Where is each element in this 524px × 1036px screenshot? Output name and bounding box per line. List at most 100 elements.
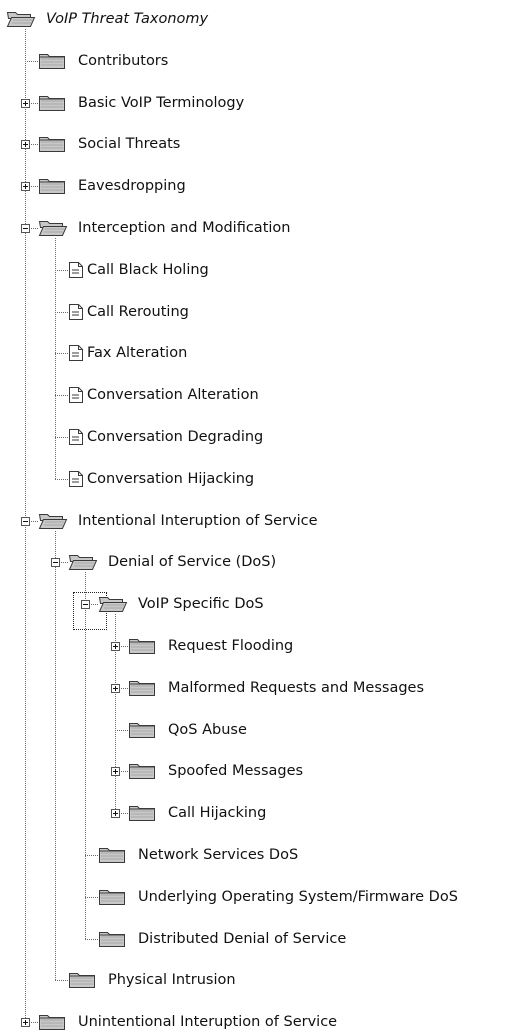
tree-node-label: Physical Intrusion	[108, 972, 236, 989]
tree-node-label: Conversation Alteration	[87, 387, 259, 404]
collapse-minus-icon[interactable]	[21, 224, 30, 233]
tree-node-denial-of-service-dos[interactable]: Denial of Service (DoS)	[68, 551, 276, 573]
tree-node-distributed-denial-of-service[interactable]: Distributed Denial of Service	[98, 928, 346, 950]
tree-node-voip-threat-taxonomy[interactable]: VoIP Threat Taxonomy	[6, 8, 208, 30]
tree-connector	[85, 896, 98, 898]
tree-node-label: Basic VoIP Terminology	[78, 94, 245, 111]
tree-node-malformed-requests-and-messages[interactable]: Malformed Requests and Messages	[128, 677, 424, 699]
document-icon	[68, 261, 84, 279]
tree-guide-line	[55, 238, 56, 479]
folder-icon	[68, 970, 98, 990]
tree-node-qos-abuse[interactable]: QoS Abuse	[128, 719, 247, 741]
collapse-minus-icon[interactable]	[51, 558, 60, 568]
tree-guide-line	[25, 29, 26, 1023]
folder-icon	[98, 929, 128, 949]
tree-guide-line	[55, 530, 56, 981]
collapse-minus-icon[interactable]	[21, 516, 30, 526]
tree-node-label: Fax Alteration	[87, 345, 188, 362]
tree-connector	[115, 729, 128, 731]
folder-icon	[38, 134, 68, 154]
tree-node-fax-alteration[interactable]: Fax Alteration	[68, 342, 187, 364]
tree-node-basic-voip-terminology[interactable]: Basic VoIP Terminology	[38, 92, 244, 114]
tree-connector	[55, 353, 68, 355]
tree-node-conversation-hijacking[interactable]: Conversation Hijacking	[68, 468, 254, 490]
tree-connector	[55, 311, 68, 313]
expand-plus-icon[interactable]	[21, 140, 30, 150]
tree-node-label: Call Black Holing	[87, 261, 209, 278]
folder-open-icon	[98, 594, 128, 614]
folder-icon	[98, 845, 128, 865]
tree-connector	[55, 980, 68, 982]
tree-connector	[55, 478, 68, 480]
document-icon	[68, 344, 84, 362]
folder-icon	[38, 1012, 68, 1032]
tree-node-conversation-alteration[interactable]: Conversation Alteration	[68, 384, 259, 406]
tree-node-label: Call Rerouting	[87, 303, 189, 320]
folder-open-icon	[68, 552, 98, 572]
tree-node-label: Underlying Operating System/Firmware DoS	[138, 888, 458, 905]
tree-node-call-rerouting[interactable]: Call Rerouting	[68, 301, 189, 323]
tree-connector	[55, 269, 68, 271]
folder-icon	[38, 51, 68, 71]
tree-node-physical-intrusion[interactable]: Physical Intrusion	[68, 969, 236, 991]
folder-icon	[128, 720, 158, 740]
folder-icon	[128, 761, 158, 781]
tree-connector	[85, 938, 98, 940]
tree-node-label: Spoofed Messages	[168, 763, 304, 780]
tree-node-label: Eavesdropping	[78, 178, 186, 195]
tree-node-label: Call Hijacking	[168, 805, 267, 822]
tree-node-label: Conversation Hijacking	[87, 470, 255, 487]
tree-node-eavesdropping[interactable]: Eavesdropping	[38, 175, 186, 197]
tree-node-label: Intentional Interuption of Service	[78, 512, 318, 529]
folder-open-icon	[38, 511, 68, 531]
folder-icon	[38, 93, 68, 113]
document-icon	[68, 470, 84, 488]
expand-plus-icon[interactable]	[111, 809, 120, 819]
expand-plus-icon[interactable]	[21, 182, 30, 192]
tree-connector	[55, 437, 68, 438]
tree-node-label: VoIP Specific DoS	[138, 596, 264, 613]
tree-node-contributors[interactable]: Contributors	[38, 50, 168, 72]
folder-icon	[128, 803, 158, 823]
taxonomy-tree: VoIP Threat Taxonomy Contributors Basic Vo…	[0, 0, 524, 1032]
tree-node-label: Interception and Modification	[78, 220, 291, 236]
tree-connector	[55, 395, 68, 397]
folder-open-icon	[6, 9, 36, 29]
expand-plus-icon[interactable]	[111, 683, 120, 693]
tree-node-label: Social Threats	[78, 136, 181, 153]
tree-node-network-services-dos[interactable]: Network Services DoS	[98, 844, 298, 866]
document-icon	[68, 428, 84, 446]
tree-node-label: Contributors	[78, 52, 169, 69]
expand-plus-icon[interactable]	[21, 98, 30, 108]
folder-icon	[38, 176, 68, 196]
document-icon	[68, 303, 84, 321]
document-icon	[68, 386, 84, 404]
folder-open-icon	[38, 218, 68, 238]
tree-node-interception-and-modification[interactable]: Interception and Modification	[38, 217, 290, 239]
tree-connector	[85, 855, 98, 856]
tree-node-voip-specific-dos[interactable]: VoIP Specific DoS	[98, 593, 264, 615]
tree-node-label: QoS Abuse	[168, 721, 247, 738]
folder-icon	[98, 887, 128, 907]
tree-node-intentional-interuption-of-service[interactable]: Intentional Interuption of Service	[38, 510, 318, 532]
expand-plus-icon[interactable]	[21, 1018, 30, 1028]
tree-node-call-hijacking[interactable]: Call Hijacking	[128, 802, 266, 824]
tree-node-request-flooding[interactable]: Request Flooding	[128, 635, 293, 657]
tree-node-label: Denial of Service (DoS)	[108, 554, 277, 571]
tree-node-call-black-holing[interactable]: Call Black Holing	[68, 259, 209, 281]
expand-plus-icon[interactable]	[111, 767, 120, 777]
folder-icon	[128, 636, 158, 656]
tree-node-label: Distributed Denial of Service	[138, 930, 347, 947]
tree-node-label: Network Services DoS	[138, 847, 299, 863]
tree-node-social-threats[interactable]: Social Threats	[38, 133, 180, 155]
tree-node-underlying-operating-system-firmware-dos[interactable]: Underlying Operating System/Firmware DoS	[98, 886, 458, 908]
tree-node-conversation-degrading[interactable]: Conversation Degrading	[68, 426, 263, 448]
folder-icon	[128, 678, 158, 698]
tree-node-label: Conversation Degrading	[87, 429, 264, 445]
tree-connector	[25, 60, 38, 62]
tree-node-label: Malformed Requests and Messages	[168, 679, 425, 696]
tree-node-spoofed-messages[interactable]: Spoofed Messages	[128, 760, 303, 782]
expand-plus-icon[interactable]	[111, 642, 120, 651]
tree-node-label: Request Flooding	[168, 638, 294, 654]
tree-node-label: VoIP Threat Taxonomy	[46, 11, 209, 27]
